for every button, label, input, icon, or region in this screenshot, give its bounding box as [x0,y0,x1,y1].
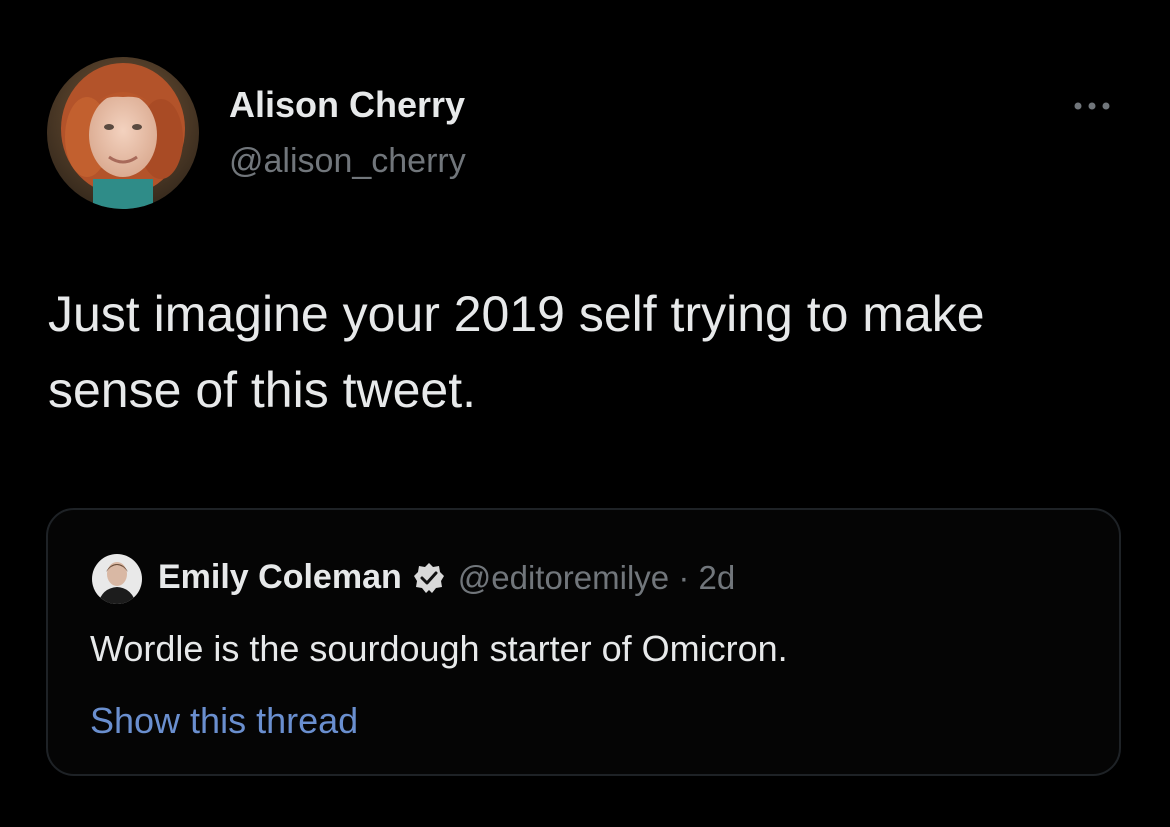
tweet-text: Just imagine your 2019 self trying to ma… [48,286,985,418]
tweet-card: Alison Cherry @alison_cherry Just imagin… [0,0,1170,827]
quoted-author-avatar[interactable] [92,554,142,604]
author-display-name[interactable]: Alison Cherry [229,84,465,126]
quoted-author-avatar-image [92,554,142,604]
show-thread-link[interactable]: Show this thread [90,700,358,742]
more-horizontal-icon[interactable] [1068,92,1116,120]
quoted-author-display-name[interactable]: Emily Coleman [158,558,402,597]
quoted-tweet-card[interactable]: Emily Coleman @editoremilye · 2d Wordle … [46,508,1121,776]
author-handle[interactable]: @alison_cherry [229,142,466,181]
author-avatar[interactable] [47,57,199,209]
quoted-author-handle-time[interactable]: @editoremilye · 2d [458,559,735,597]
verified-badge-icon [412,561,446,595]
quoted-tweet-text: Wordle is the sourdough starter of Omicr… [90,628,788,669]
quoted-tweet-header: Emily Coleman @editoremilye · 2d [158,558,735,597]
author-avatar-image [47,57,199,209]
